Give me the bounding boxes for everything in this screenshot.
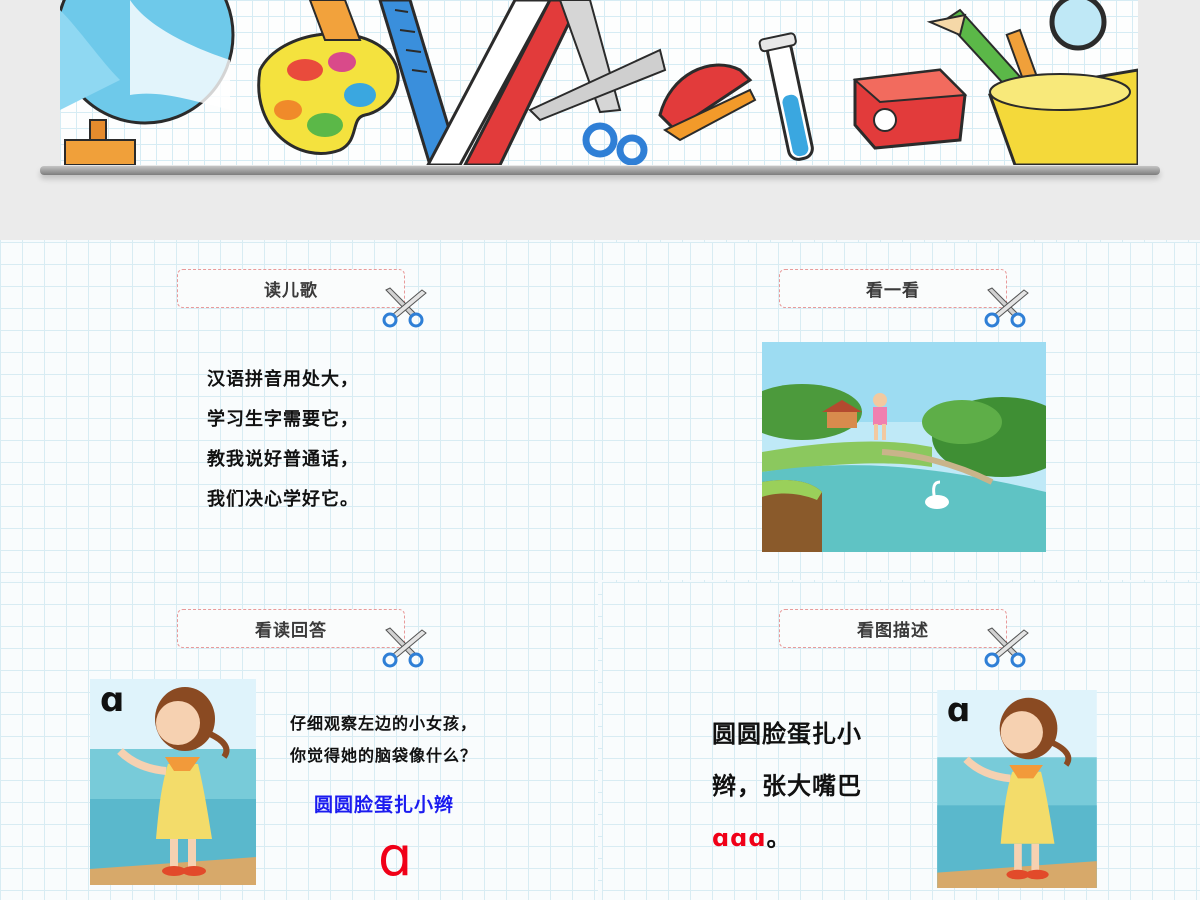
description-line: ɑɑɑ。 [712, 812, 862, 864]
test-tube-illustration [758, 32, 814, 161]
stapler-illustration [658, 63, 757, 142]
panel-read-song: 读儿歌 汉语拼音用处大， 学习生字需要它， 教我说好普通话， 我们决心学好它。 [0, 242, 598, 580]
section-label: 读儿歌 [177, 269, 405, 308]
panel-describe: 看图描述 圆圆脸蛋扎小 辫，张大嘴巴 ɑɑɑ。 ɑ [602, 582, 1200, 900]
period: 。 [766, 824, 792, 852]
scissors-icon [382, 287, 427, 328]
panel-look: 看一看 [602, 242, 1200, 580]
girl-picture: ɑ [937, 690, 1097, 888]
pinyin-letters: ɑɑɑ [712, 824, 767, 852]
question-line: 你觉得她的脑袋像什么？ [290, 746, 478, 765]
panel-look-answer: 看读回答 ɑ 仔细观察左边的小女孩， 你觉得她的脑袋像什么？ 圆圆脸蛋扎小辫 ɑ [0, 582, 598, 900]
pencil-sharpener-illustration [852, 68, 968, 150]
girl-letter: ɑ [947, 691, 970, 729]
girl-letter: ɑ [100, 680, 124, 720]
scissors-icon [984, 287, 1029, 328]
poem-line: 教我说好普通话， [207, 449, 359, 470]
stationery-banner [60, 0, 1138, 165]
description-line: 辫，张大嘴巴 [712, 772, 862, 800]
stationery-illustration [60, 0, 1138, 165]
banner-shelf [40, 166, 1160, 175]
poem: 汉语拼音用处大， 学习生字需要它， 教我说好普通话， 我们决心学好它。 [207, 364, 359, 524]
poem-line: 学习生字需要它， [207, 409, 359, 430]
description-line: 圆圆脸蛋扎小 [712, 720, 862, 748]
pinyin-letter: ɑ [378, 825, 413, 888]
question-line: 仔细观察左边的小女孩， [290, 714, 478, 733]
section-label: 看一看 [779, 269, 1007, 308]
section-label: 看读回答 [177, 609, 405, 648]
river-scene-picture [762, 342, 1046, 552]
scissors-icon [984, 627, 1029, 668]
globe-illustration [60, 0, 235, 165]
girl-picture: ɑ [90, 679, 256, 885]
answer-text: 圆圆脸蛋扎小辫 [314, 794, 455, 816]
paint-palette-illustration [257, 32, 400, 155]
section-label: 看图描述 [779, 609, 1007, 648]
poem-line: 汉语拼音用处大， [207, 369, 359, 390]
scissors-icon [382, 627, 427, 668]
top-banner-area [0, 0, 1200, 240]
question: 仔细观察左边的小女孩， 你觉得她的脑袋像什么？ [290, 708, 477, 772]
description: 圆圆脸蛋扎小 辫，张大嘴巴 ɑɑɑ。 [712, 708, 862, 864]
poem-line: 我们决心学好它。 [207, 489, 359, 510]
